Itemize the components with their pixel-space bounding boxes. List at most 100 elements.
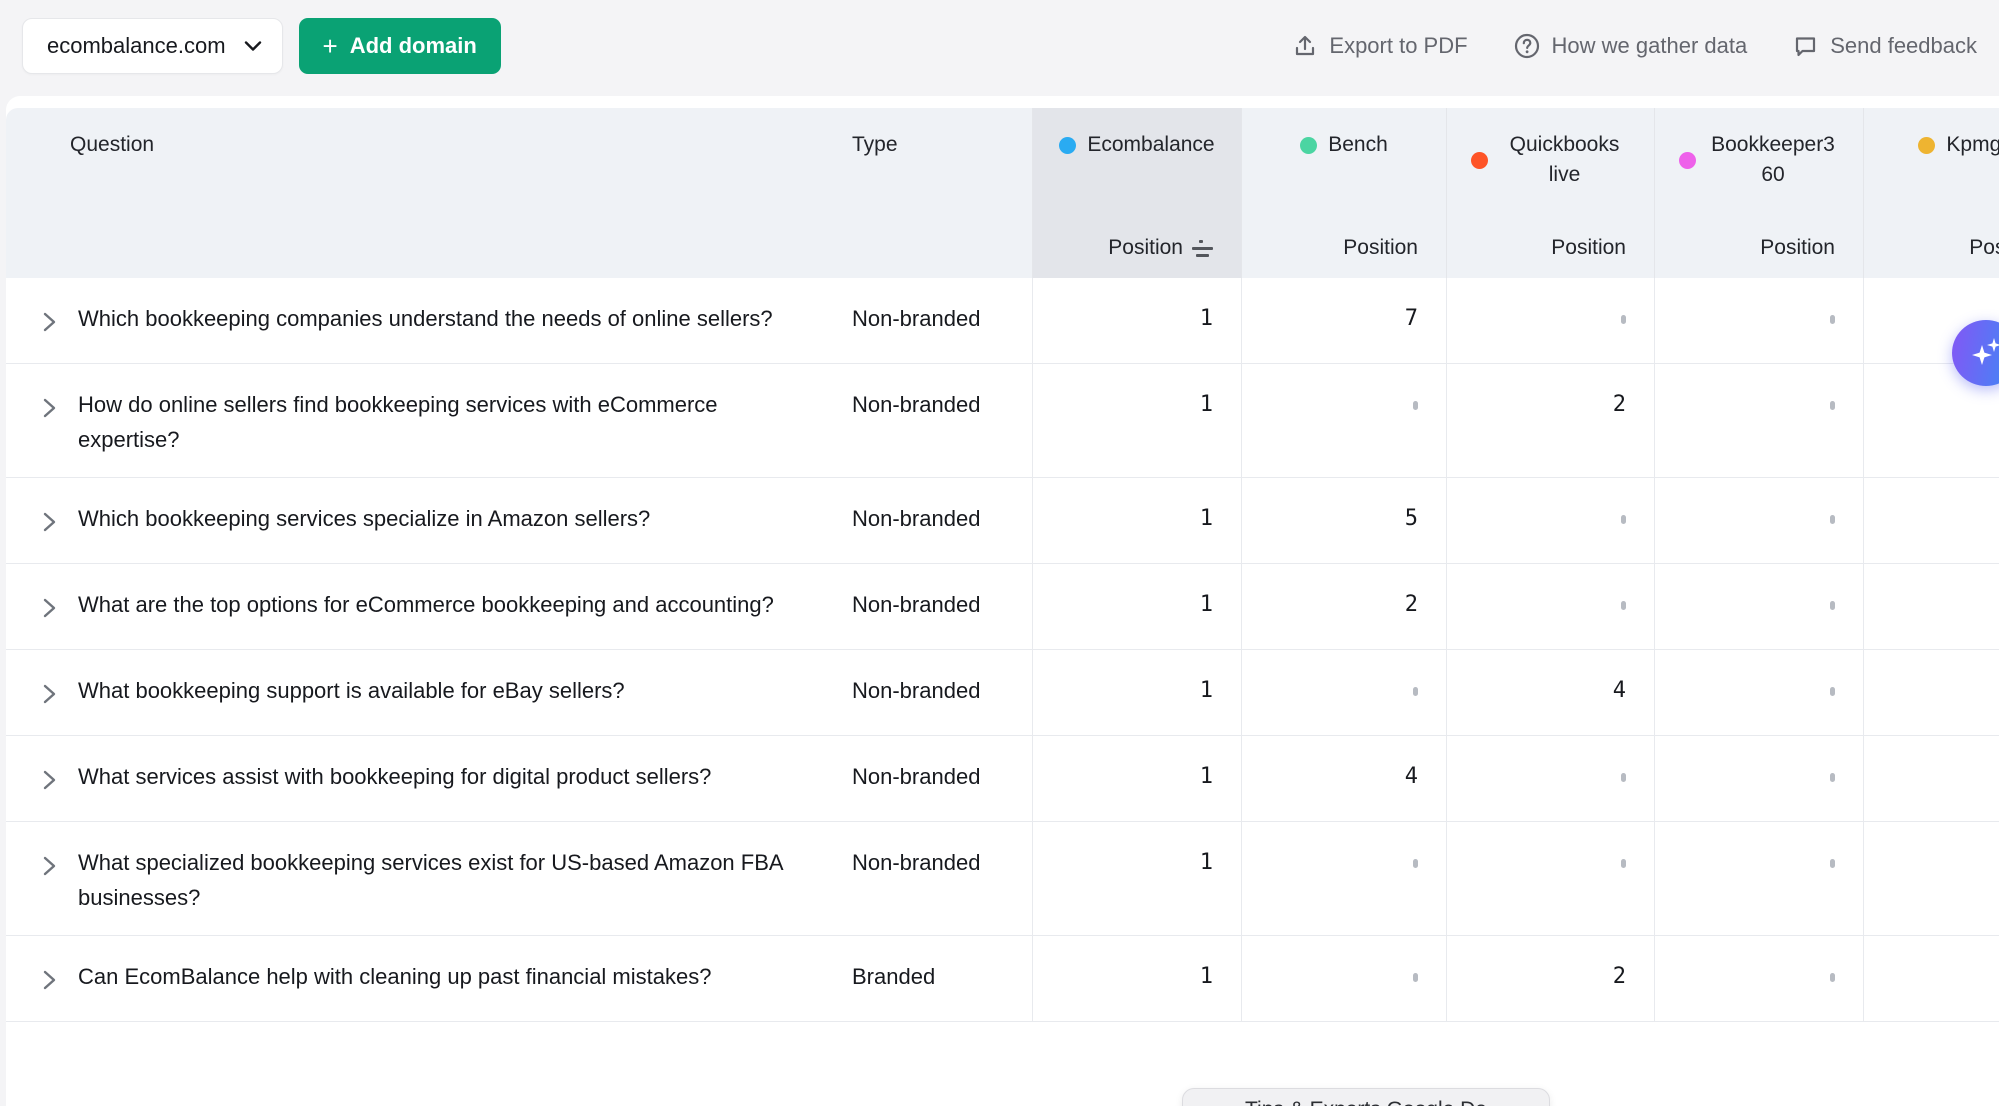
bookkeeper360-dot-icon [1679, 152, 1696, 169]
add-domain-button[interactable]: + Add domain [299, 18, 501, 74]
position-cell-bench: 5 [1241, 478, 1446, 563]
table-body: Which bookkeeping companies understand t… [6, 278, 1999, 1022]
column-header-question: Question [6, 108, 840, 278]
toolbar: ecombalance.com + Add domain Export to P… [0, 0, 1999, 92]
no-position-dot [1830, 315, 1835, 324]
column-header-bookkeeper360[interactable]: Bookkeeper360 Position [1654, 108, 1863, 278]
column-header-kpmg[interactable]: Kpmg s Position [1863, 108, 1999, 278]
send-feedback-label: Send feedback [1830, 33, 1977, 59]
table-row[interactable]: What are the top options for eCommerce b… [6, 564, 1999, 650]
sort-by-position-quickbooks-live[interactable]: Position [1551, 236, 1626, 260]
type-cell: Non-branded [840, 650, 1032, 735]
domain-selector[interactable]: ecombalance.com [22, 18, 283, 74]
competitor-name: Bench [1328, 130, 1388, 160]
chevron-down-icon [244, 40, 262, 52]
no-position-dot [1413, 973, 1418, 982]
expand-row-icon[interactable] [42, 308, 57, 343]
expand-row-icon[interactable] [42, 508, 57, 543]
type-cell: Non-branded [840, 822, 1032, 935]
expand-row-icon[interactable] [42, 766, 57, 801]
expand-row-icon[interactable] [42, 680, 57, 715]
position-cell-ecombalance: 1 [1032, 736, 1241, 821]
competitor-name: Quickbooks live [1499, 130, 1631, 190]
ecombalance-dot-icon [1059, 137, 1076, 154]
expand-row-icon[interactable] [42, 852, 57, 887]
position-cell-quickbooks-live [1446, 736, 1654, 821]
column-header-type: Type [840, 108, 1032, 278]
competitor-name: Bookkeeper360 [1707, 130, 1839, 190]
position-cell-kpmg [1863, 478, 1999, 563]
position-cell-bench [1241, 936, 1446, 1021]
position-cell-ecombalance: 1 [1032, 564, 1241, 649]
bottom-tooltip: Tips & Experts Google Da [1182, 1088, 1550, 1106]
no-position-dot [1413, 401, 1418, 410]
type-cell: Non-branded [840, 364, 1032, 477]
position-cell-ecombalance: 1 [1032, 364, 1241, 477]
position-cell-kpmg [1863, 736, 1999, 821]
competitor-name: Kpmg s [1946, 130, 1999, 160]
expand-row-icon[interactable] [42, 394, 57, 429]
position-cell-ecombalance: 1 [1032, 478, 1241, 563]
table-row[interactable]: How do online sellers find bookkeeping s… [6, 364, 1999, 478]
position-cell-quickbooks-live [1446, 564, 1654, 649]
position-cell-bookkeeper360 [1654, 564, 1863, 649]
export-pdf-button[interactable]: Export to PDF [1293, 33, 1467, 59]
type-cell: Non-branded [840, 478, 1032, 563]
no-position-dot [1830, 973, 1835, 982]
type-cell: Non-branded [840, 736, 1032, 821]
plus-icon: + [323, 33, 338, 59]
position-cell-bookkeeper360 [1654, 736, 1863, 821]
type-cell: Non-branded [840, 278, 1032, 363]
column-header-ecombalance[interactable]: Ecombalance Position [1032, 108, 1241, 278]
sparkles-icon [1966, 333, 1999, 373]
position-cell-quickbooks-live: 4 [1446, 650, 1654, 735]
sort-icon [1192, 240, 1213, 257]
expand-row-icon[interactable] [42, 966, 57, 1001]
position-cell-bench: 2 [1241, 564, 1446, 649]
how-we-gather-data-label: How we gather data [1552, 33, 1748, 59]
no-position-dot [1830, 859, 1835, 868]
position-cell-quickbooks-live: 2 [1446, 364, 1654, 477]
table-row[interactable]: Can EcomBalance help with cleaning up pa… [6, 936, 1999, 1022]
no-position-dot [1621, 601, 1626, 610]
send-feedback-button[interactable]: Send feedback [1793, 33, 1977, 59]
table-header: Question Type Ecombalance Position [6, 108, 1999, 278]
add-domain-label: Add domain [350, 33, 477, 59]
toolbar-actions: Export to PDF How we gather data Send fe… [1293, 33, 1977, 59]
position-cell-quickbooks-live: 2 [1446, 936, 1654, 1021]
question-text: What bookkeeping support is available fo… [78, 673, 625, 708]
column-header-bench[interactable]: Bench Position [1241, 108, 1446, 278]
table-row[interactable]: What services assist with bookkeeping fo… [6, 736, 1999, 822]
kpmg-dot-icon [1918, 137, 1935, 154]
table-row[interactable]: What bookkeeping support is available fo… [6, 650, 1999, 736]
table-row[interactable]: Which bookkeeping services specialize in… [6, 478, 1999, 564]
sort-by-position-bench[interactable]: Position [1343, 236, 1418, 260]
expand-row-icon[interactable] [42, 594, 57, 629]
questions-table-card: Question Type Ecombalance Position [6, 96, 1999, 1106]
position-cell-bookkeeper360 [1654, 936, 1863, 1021]
column-header-quickbooks-live[interactable]: Quickbooks live Position [1446, 108, 1654, 278]
how-we-gather-data-button[interactable]: How we gather data [1514, 33, 1748, 59]
position-cell-quickbooks-live [1446, 278, 1654, 363]
position-cell-ecombalance: 1 [1032, 650, 1241, 735]
question-text: How do online sellers find bookkeeping s… [78, 387, 810, 457]
help-icon [1514, 33, 1540, 59]
no-position-dot [1621, 315, 1626, 324]
table-row[interactable]: Which bookkeeping companies understand t… [6, 278, 1999, 364]
position-cell-ecombalance: 1 [1032, 936, 1241, 1021]
sort-by-position-ecombalance[interactable]: Position [1108, 236, 1213, 260]
bench-dot-icon [1300, 137, 1317, 154]
no-position-dot [1621, 859, 1626, 868]
sort-by-position-bookkeeper360[interactable]: Position [1760, 236, 1835, 260]
position-cell-bookkeeper360 [1654, 278, 1863, 363]
position-cell-bookkeeper360 [1654, 822, 1863, 935]
position-cell-quickbooks-live [1446, 478, 1654, 563]
position-cell-bookkeeper360 [1654, 650, 1863, 735]
domain-selector-value: ecombalance.com [47, 33, 226, 59]
table-row[interactable]: What specialized bookkeeping services ex… [6, 822, 1999, 936]
sort-by-position-kpmg[interactable]: Position [1969, 236, 1999, 260]
position-cell-bookkeeper360 [1654, 478, 1863, 563]
feedback-icon [1793, 34, 1818, 59]
competitor-name: Ecombalance [1087, 130, 1214, 160]
position-cell-bookkeeper360 [1654, 364, 1863, 477]
